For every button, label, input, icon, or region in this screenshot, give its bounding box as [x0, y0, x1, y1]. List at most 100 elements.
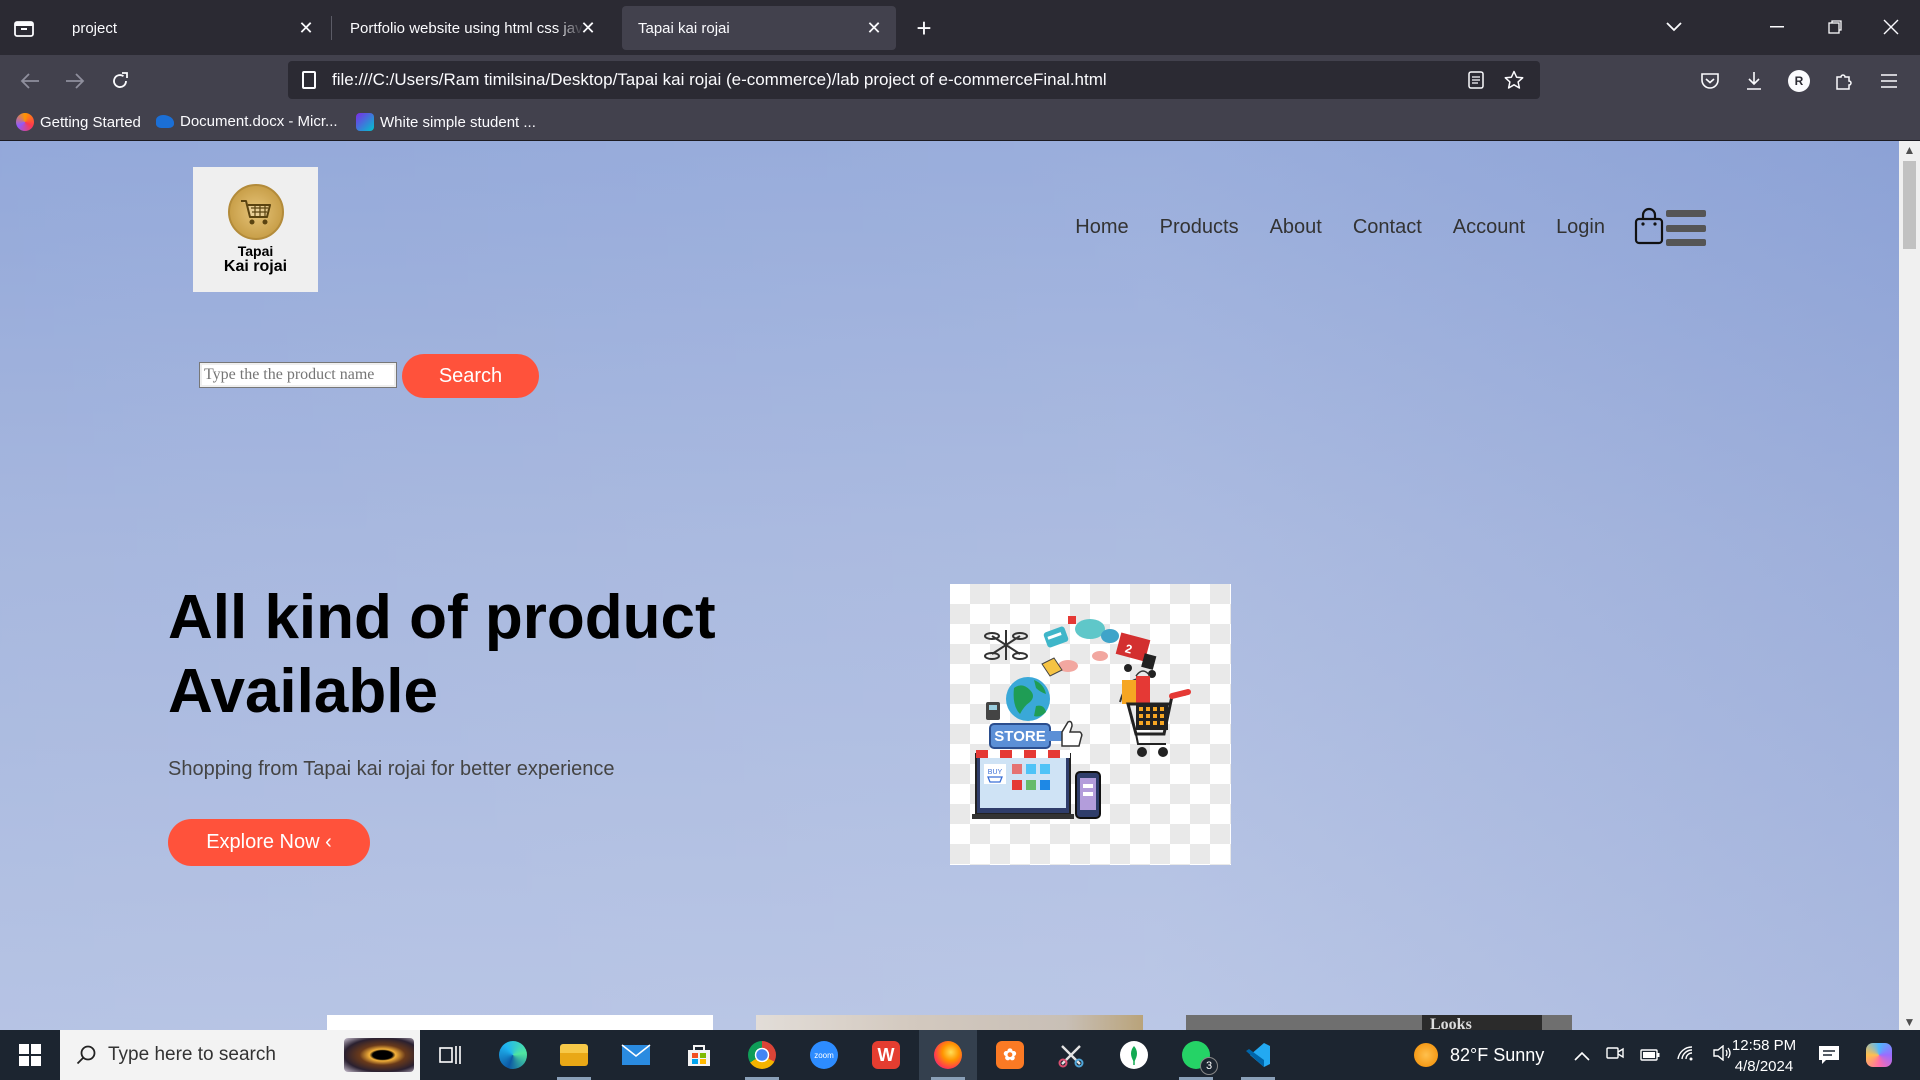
wifi-icon[interactable]: [1676, 1045, 1696, 1066]
url-text[interactable]: file:///C:/Users/Ram timilsina/Desktop/T…: [332, 70, 1107, 90]
system-clock[interactable]: 12:58 PM 4/8/2024: [1724, 1035, 1804, 1077]
mongodb-compass-icon[interactable]: [1105, 1030, 1163, 1080]
chrome-icon[interactable]: [733, 1030, 791, 1080]
taskbar-search-placeholder: Type here to search: [108, 1044, 276, 1065]
sun-weather-icon: [1414, 1043, 1438, 1067]
scroll-up-arrow-icon[interactable]: ▲: [1899, 141, 1920, 158]
nav-link-login[interactable]: Login: [1556, 216, 1605, 239]
bookmark-star-icon[interactable]: [1500, 66, 1528, 94]
bookmark-white-simple-student[interactable]: White simple student ...: [356, 113, 536, 131]
hamburger-menu-icon[interactable]: [1666, 210, 1706, 246]
page-viewport: Tapai Kai rojai Home Products About Cont…: [0, 141, 1920, 1030]
downloads-icon[interactable]: [1738, 65, 1770, 97]
site-logo[interactable]: Tapai Kai rojai: [193, 167, 318, 292]
online-shop-front: BUY: [972, 750, 1101, 819]
delivery-truck-icon: 2: [1115, 632, 1157, 678]
back-arrow-icon[interactable]: [15, 66, 45, 96]
close-tab-icon[interactable]: ✕: [864, 18, 884, 38]
explore-now-button[interactable]: Explore Now ‹: [168, 819, 370, 866]
clock-date: 4/8/2024: [1734, 1058, 1794, 1075]
store-label: STORE: [994, 728, 1045, 745]
close-tab-icon[interactable]: ✕: [296, 18, 316, 38]
buy-label: BUY: [988, 769, 1003, 776]
logo-line-2: Kai rojai: [223, 258, 288, 275]
page-scrollbar[interactable]: ▲ ▼: [1899, 141, 1920, 1030]
weather-text: 82°F Sunny: [1450, 1044, 1545, 1065]
product-card[interactable]: [756, 1015, 1143, 1030]
extensions-puzzle-icon[interactable]: [1828, 65, 1860, 97]
bookmarks-toolbar: Getting Started Document.docx - Micr... …: [0, 105, 1920, 141]
vscode-icon[interactable]: [1229, 1030, 1287, 1080]
bookmark-label: Document.docx - Micr...: [180, 113, 338, 130]
product-card-banner: Looks: [1422, 1015, 1542, 1030]
address-bar[interactable]: file:///C:/Users/Ram timilsina/Desktop/T…: [288, 61, 1540, 99]
product-search-input[interactable]: [199, 362, 397, 388]
snipping-tool-icon[interactable]: [1043, 1030, 1101, 1080]
weather-widget[interactable]: 82°F Sunny: [1414, 1030, 1544, 1080]
wps-office-icon[interactable]: W: [857, 1030, 915, 1080]
product-card[interactable]: [327, 1015, 713, 1030]
shopping-bag-icon[interactable]: [1634, 207, 1664, 250]
hero-title-line-2: Available: [168, 657, 438, 726]
hero-title: All kind of product Available: [168, 581, 716, 729]
microsoft-store-icon[interactable]: [670, 1030, 728, 1080]
reader-view-icon[interactable]: [1462, 66, 1490, 94]
tab-title: project: [72, 19, 118, 37]
list-all-tabs-chevron-down-icon[interactable]: [1659, 12, 1689, 42]
account-avatar[interactable]: R: [1783, 65, 1815, 97]
firefox-view-icon[interactable]: [10, 14, 38, 42]
system-tray: [1574, 1030, 1732, 1080]
globe-icon: [1006, 677, 1050, 721]
menu-bar: [1666, 224, 1706, 232]
xampp-icon[interactable]: ✿: [981, 1030, 1039, 1080]
hero-subtitle: Shopping from Tapai kai rojai for better…: [168, 758, 615, 780]
close-window-icon[interactable]: [1876, 12, 1906, 42]
nav-link-contact[interactable]: Contact: [1353, 216, 1422, 239]
minimize-icon[interactable]: [1762, 12, 1792, 42]
nav-link-account[interactable]: Account: [1453, 216, 1525, 239]
restore-icon[interactable]: [1820, 12, 1850, 42]
tab-portfolio[interactable]: Portfolio website using html css javascr…: [334, 6, 610, 50]
forward-arrow-icon[interactable]: [60, 66, 90, 96]
tab-project[interactable]: project ✕: [56, 6, 328, 50]
meet-now-camera-icon[interactable]: [1606, 1045, 1624, 1066]
mail-icon[interactable]: [607, 1030, 665, 1080]
onedrive-cloud-icon: [156, 115, 174, 128]
scrollbar-thumb[interactable]: [1903, 161, 1916, 249]
taskbar-search-box[interactable]: Type here to search: [60, 1030, 420, 1080]
search-icon: [76, 1044, 98, 1071]
bookmark-getting-started[interactable]: Getting Started: [16, 113, 141, 131]
nav-link-products[interactable]: Products: [1160, 216, 1239, 239]
whatsapp-icon[interactable]: 3: [1167, 1030, 1225, 1080]
search-highlight-eclipse-image: [344, 1038, 414, 1072]
browser-tab-bar: project ✕ Portfolio website using html c…: [0, 0, 1920, 55]
app-menu-hamburger-icon[interactable]: [1873, 65, 1905, 97]
windows-start-icon[interactable]: [0, 1030, 60, 1080]
drone-icon: [984, 630, 1028, 660]
show-hidden-icons-chevron-up-icon[interactable]: [1574, 1045, 1590, 1066]
edge-browser-icon[interactable]: [484, 1030, 542, 1080]
task-view-icon[interactable]: [421, 1030, 479, 1080]
scroll-down-arrow-icon[interactable]: ▼: [1899, 1013, 1920, 1030]
close-tab-icon[interactable]: ✕: [578, 18, 598, 38]
bookmark-document-docx[interactable]: Document.docx - Micr...: [156, 113, 338, 130]
site-navigation: Home Products About Contact Account Logi…: [1075, 216, 1605, 239]
nav-link-home[interactable]: Home: [1075, 216, 1128, 239]
zoom-icon[interactable]: zoom: [795, 1030, 853, 1080]
tab-tapai-kai-rojai[interactable]: Tapai kai rojai ✕: [622, 6, 896, 50]
whatsapp-unread-badge: 3: [1200, 1057, 1218, 1075]
file-explorer-icon[interactable]: [545, 1030, 603, 1080]
shopping-cart-illustration: [1119, 670, 1191, 757]
copilot-icon[interactable]: [1866, 1030, 1892, 1080]
nav-link-about[interactable]: About: [1270, 216, 1322, 239]
new-tab-plus-icon[interactable]: +: [910, 13, 938, 43]
pocket-icon[interactable]: [1694, 65, 1726, 97]
battery-icon[interactable]: [1640, 1045, 1660, 1066]
product-card[interactable]: Looks: [1186, 1015, 1572, 1030]
notifications-icon[interactable]: [1818, 1030, 1840, 1080]
reload-icon[interactable]: [105, 66, 135, 96]
search-button[interactable]: Search: [402, 354, 539, 398]
tab-title: Portfolio website using html css javascr…: [350, 19, 584, 37]
firefox-icon: [16, 113, 34, 131]
firefox-taskbar-icon[interactable]: [919, 1030, 977, 1080]
